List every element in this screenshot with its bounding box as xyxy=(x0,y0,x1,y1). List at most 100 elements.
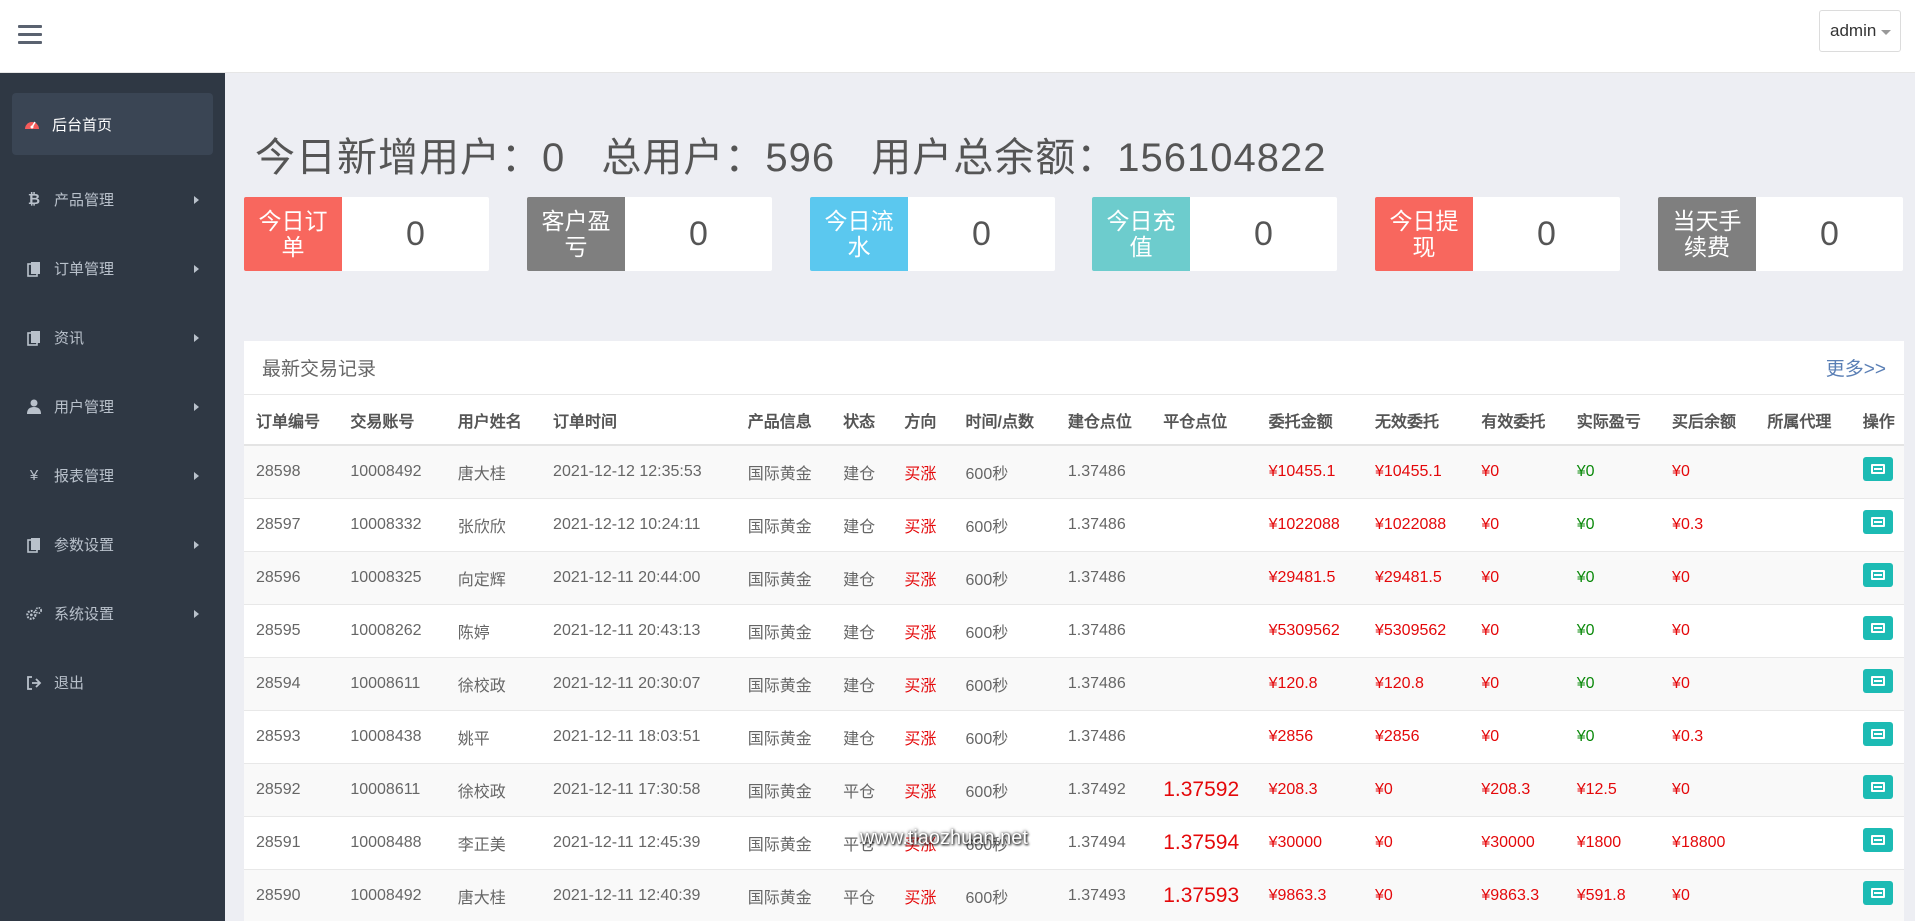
column-header: 操作 xyxy=(1850,395,1904,446)
table-cell: 买涨 xyxy=(892,710,954,764)
table-header-row: 订单编号 交易账号 用户姓名 订单时间 产品信息 状态 方向 时间/点数 建仓点位 平仓点位 委托金… xyxy=(244,395,1904,446)
view-detail-icon[interactable] xyxy=(1862,828,1893,852)
panel-header: 最新交易记录 更多>> xyxy=(244,341,1904,395)
trades-panel: 最新交易记录 更多>> 订单编号 交易账号 用户姓名 订单时间 产品信息 状态 方向 时间/点… xyxy=(244,341,1904,921)
total-balance: 用户总余额：156104822 xyxy=(871,136,1327,180)
table-cell: 2021-12-11 12:45:39 xyxy=(541,816,736,870)
table-cell: 买涨 xyxy=(892,657,954,711)
stat-card-withdraw: 今日提现 0 xyxy=(1375,197,1620,271)
table-cell: ¥0 xyxy=(1362,869,1470,921)
table-cell: 10008611 xyxy=(338,763,446,817)
table-cell: 2021-12-11 20:44:00 xyxy=(541,551,736,605)
more-link[interactable]: 更多>> xyxy=(1826,354,1886,381)
table-cell-action xyxy=(1850,551,1904,605)
table-row: 28597 10008332 张欣欣 2021-12-12 10:24:11 国际黄金建… xyxy=(244,498,1904,552)
table-cell-action xyxy=(1850,498,1904,552)
table-cell: ¥0 xyxy=(1660,551,1756,605)
table-cell: 10008325 xyxy=(338,551,446,605)
sidebar-item-home[interactable]: 后台首页 xyxy=(12,93,213,155)
table-cell: ¥0 xyxy=(1660,763,1756,817)
table-cell: ¥0 xyxy=(1660,657,1756,711)
sidebar-item-label: 退出 xyxy=(54,675,85,692)
table-cell: ¥10455.1 xyxy=(1362,445,1470,499)
view-detail-icon[interactable] xyxy=(1862,669,1893,693)
table-cell: ¥12.5 xyxy=(1564,763,1661,817)
table-cell: 2021-12-11 20:30:07 xyxy=(541,657,736,711)
view-detail-icon[interactable] xyxy=(1862,563,1893,587)
view-detail-icon[interactable] xyxy=(1862,722,1893,746)
sidebar-item-reports[interactable]: ¥ 报表管理 xyxy=(0,441,225,510)
stat-value: 0 xyxy=(689,214,708,253)
table-cell: ¥0 xyxy=(1564,498,1661,552)
table-cell: ¥5309562 xyxy=(1362,604,1470,658)
table-cell: 28592 xyxy=(244,763,339,817)
table-cell-action xyxy=(1850,763,1904,817)
copy-icon xyxy=(26,537,42,553)
gears-icon xyxy=(26,606,42,622)
sidebar-item-label: 报表管理 xyxy=(54,468,115,485)
table-cell: ¥30000 xyxy=(1469,816,1565,870)
table-cell: 买涨 xyxy=(892,551,954,605)
view-detail-icon[interactable] xyxy=(1862,775,1893,799)
table-cell: ¥1022088 xyxy=(1256,498,1363,552)
view-detail-icon[interactable] xyxy=(1862,881,1893,905)
yen-icon: ¥ xyxy=(29,467,39,484)
sidebar-item-label: 资讯 xyxy=(54,330,85,347)
table-cell: 国际黄金 xyxy=(735,551,832,605)
table-cell: ¥0.3 xyxy=(1660,710,1756,764)
table-cell: ¥30000 xyxy=(1256,816,1363,870)
table-row: 28590 10008492 唐大桂 2021-12-11 12:40:39 国际黄金平… xyxy=(244,869,1904,921)
table-cell: ¥18800 xyxy=(1660,816,1756,870)
table-cell: 徐校政 xyxy=(445,657,542,711)
table-cell xyxy=(1755,551,1851,605)
sidebar-item-system[interactable]: 系统设置 xyxy=(0,579,225,648)
sidebar-item-logout[interactable]: 退出 xyxy=(0,648,225,717)
trades-table: 订单编号 交易账号 用户姓名 订单时间 产品信息 状态 方向 时间/点数 建仓点位 平仓点位 委托金… xyxy=(244,395,1904,921)
caret-right-icon xyxy=(194,540,199,549)
sidebar-item-label: 参数设置 xyxy=(54,537,115,554)
table-cell: 买涨 xyxy=(892,816,954,870)
table-cell: ¥208.3 xyxy=(1469,763,1565,817)
sidebar-item-products[interactable]: ₿ 产品管理 xyxy=(0,165,225,234)
table-cell: 买涨 xyxy=(892,498,954,552)
sidebar-item-label: 订单管理 xyxy=(54,261,115,278)
column-header: 用户姓名 xyxy=(445,395,542,446)
table-cell: ¥0 xyxy=(1564,657,1661,711)
column-header: 时间/点数 xyxy=(953,395,1056,446)
table-cell: ¥29481.5 xyxy=(1256,551,1363,605)
bitcoin-icon: ₿ xyxy=(27,191,41,208)
sidebar-item-params[interactable]: 参数设置 xyxy=(0,510,225,579)
sidebar-item-label: 产品管理 xyxy=(54,192,115,209)
table-cell: 1.37493 xyxy=(1055,869,1152,921)
table-cell xyxy=(1755,604,1851,658)
table-cell: 2021-12-11 20:43:13 xyxy=(541,604,736,658)
table-cell: 28598 xyxy=(244,445,339,499)
caret-right-icon xyxy=(194,609,199,618)
view-detail-icon[interactable] xyxy=(1862,510,1893,534)
column-header: 所属代理 xyxy=(1755,395,1851,446)
table-cell-action xyxy=(1850,604,1904,658)
table-row: 28596 10008325 向定辉 2021-12-11 20:44:00 国际黄金建… xyxy=(244,551,1904,605)
view-detail-icon[interactable] xyxy=(1862,457,1893,482)
menu-toggle-icon[interactable] xyxy=(18,25,42,45)
table-cell: 买涨 xyxy=(892,604,954,658)
table-cell: 李正美 xyxy=(445,816,542,870)
table-cell: ¥0 xyxy=(1564,445,1661,499)
table-cell: 28591 xyxy=(244,816,339,870)
table-cell-action xyxy=(1850,816,1904,870)
table-row: 28592 10008611 徐校政 2021-12-11 17:30:58 国际黄金平… xyxy=(244,763,1904,817)
sidebar-item-users[interactable]: 用户管理 xyxy=(0,372,225,441)
table-cell: ¥0 xyxy=(1469,604,1565,658)
sidebar-item-news[interactable]: 资讯 xyxy=(0,303,225,372)
column-header: 订单时间 xyxy=(541,395,736,446)
total-users: 总用户：596 xyxy=(601,136,836,180)
stat-label: 今日流水 xyxy=(810,197,908,271)
table-cell: ¥0 xyxy=(1469,657,1565,711)
table-cell: 建仓 xyxy=(831,604,893,658)
view-detail-icon[interactable] xyxy=(1862,616,1893,640)
user-dropdown[interactable]: admin xyxy=(1819,10,1901,52)
column-header: 方向 xyxy=(892,395,954,446)
table-cell: ¥208.3 xyxy=(1256,763,1363,817)
sidebar-item-orders[interactable]: 订单管理 xyxy=(0,234,225,303)
table-cell xyxy=(1151,445,1257,499)
